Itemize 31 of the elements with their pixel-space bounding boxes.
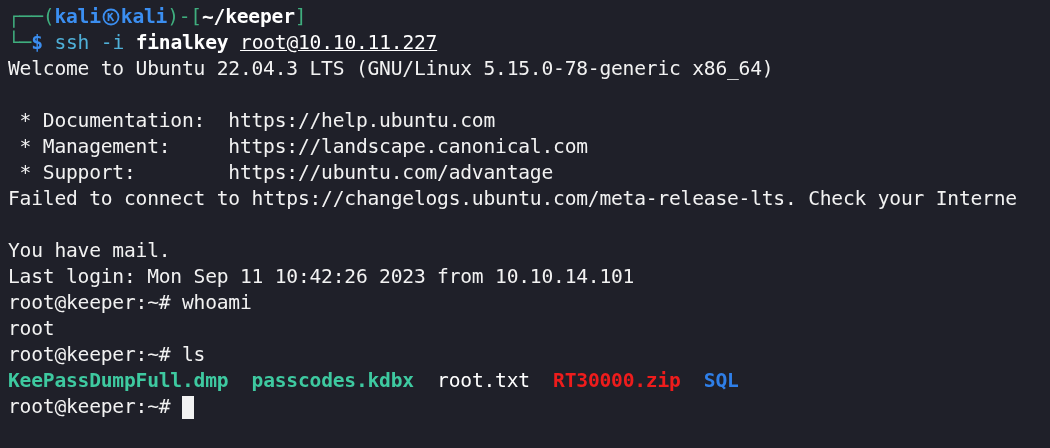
file-name: passcodes.kdbx bbox=[251, 368, 414, 394]
prompt-user: kali bbox=[54, 4, 101, 30]
shell-prompt: root@keeper:~# bbox=[8, 290, 171, 316]
file-name: SQL bbox=[703, 368, 739, 394]
command-text: whoami bbox=[181, 290, 252, 316]
command-target: root@10.10.11.227 bbox=[240, 30, 438, 56]
file-name: RT30000.zip bbox=[553, 368, 681, 394]
prompt-frame: ┌──( bbox=[8, 4, 55, 30]
output-line: * Support: https://ubuntu.com/advantage bbox=[18, 160, 554, 186]
shell-prompt: root@keeper:~# bbox=[8, 342, 171, 368]
file-name: KeePassDumpFull.dmp bbox=[8, 368, 229, 394]
shell-prompt: root@keeper:~# bbox=[8, 394, 171, 420]
output-line: Welcome to Ubuntu 22.04.3 LTS (GNU/Linux 5.15.0-78-generic x86_64) bbox=[8, 56, 774, 82]
command-option-text: -i bbox=[100, 30, 125, 56]
kali-logo-icon bbox=[101, 8, 120, 26]
prompt-directory: ~/keeper bbox=[201, 4, 295, 30]
prompt-sigil: $ bbox=[31, 31, 43, 56]
output-line: Failed to connect to https://changelogs.ubuntu.com/meta-release-lts. Check your Interne bbox=[8, 186, 1017, 212]
output-line: * Documentation: https://help.ubuntu.com bbox=[18, 108, 496, 134]
prompt-frame: └─ bbox=[8, 30, 32, 56]
output-line: You have mail. bbox=[8, 238, 171, 264]
output-line: * Management: https://landscape.canonical.com bbox=[18, 134, 588, 160]
file-name: root.txt bbox=[437, 368, 530, 394]
prompt-frame: ] bbox=[294, 4, 307, 30]
output-line: root bbox=[8, 316, 55, 342]
command-text: ls bbox=[181, 342, 206, 368]
prompt-frame: )-[ bbox=[167, 4, 202, 30]
command-argument: finalkey bbox=[135, 30, 229, 56]
output-line: Last login: Mon Sep 11 10:42:26 2023 from 10.10.14.101 bbox=[8, 264, 635, 290]
prompt-host: kali bbox=[120, 4, 168, 30]
command-text: ssh bbox=[54, 30, 90, 56]
